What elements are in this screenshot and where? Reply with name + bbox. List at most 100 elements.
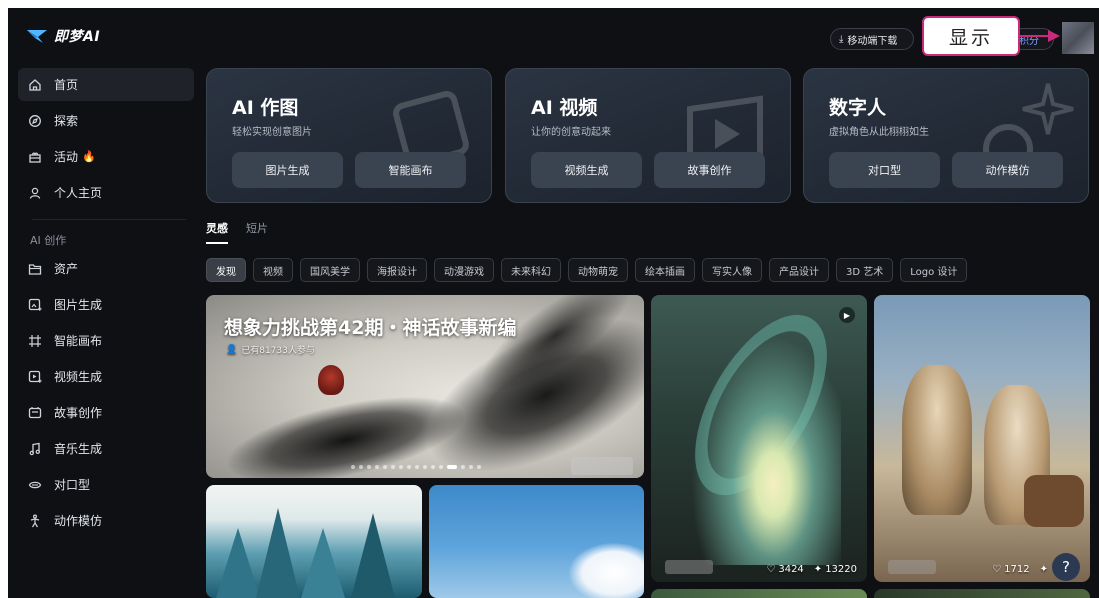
like-count[interactable]: ♡ 3424: [766, 564, 803, 575]
like-value: 3424: [778, 564, 804, 575]
carousel-dot[interactable]: [469, 465, 473, 469]
chip-logo[interactable]: Logo 设计: [900, 258, 968, 282]
heart-icon: ♡: [766, 564, 776, 575]
points-label: 积分: [1019, 35, 1039, 47]
motion-icon: [28, 514, 42, 528]
sidebar-item-assets[interactable]: 资产: [18, 252, 194, 285]
lipsync-button[interactable]: 对口型: [829, 152, 940, 188]
gallery-tile-sky[interactable]: [429, 485, 644, 598]
video-gen-icon: [28, 370, 42, 384]
use-value: 13220: [825, 564, 857, 575]
home-icon: [28, 78, 42, 92]
feature-card-ai-image[interactable]: AI 作图 轻松实现创意图片 图片生成 智能画布: [206, 68, 492, 203]
carousel-dot[interactable]: [351, 465, 355, 469]
chip-discover[interactable]: 发现: [206, 258, 246, 282]
sidebar-item-label: 音乐生成: [54, 442, 103, 456]
chip-pets[interactable]: 动物萌宠: [568, 258, 628, 282]
feature-card-ai-video[interactable]: AI 视频 让你的创意动起来 视频生成 故事创作: [505, 68, 791, 203]
sidebar-item-story[interactable]: 故事创作: [18, 396, 194, 429]
sidebar-nav: 首页 探索 活动 🔥 个人主页 AI 创作 资产 图片生成 智能画布 视频生成 …: [18, 68, 194, 540]
banner-figure: [318, 365, 344, 395]
carousel-dot[interactable]: [375, 465, 379, 469]
carousel-dot[interactable]: [391, 465, 395, 469]
chip-product[interactable]: 产品设计: [769, 258, 829, 282]
motion-imitate-button[interactable]: 动作模仿: [952, 152, 1063, 188]
sidebar-item-image-gen[interactable]: 图片生成: [18, 288, 194, 321]
lipsync-icon: [28, 478, 42, 492]
sidebar-item-home[interactable]: 首页: [18, 68, 194, 101]
help-button[interactable]: ?: [1052, 553, 1080, 581]
video-gen-button[interactable]: 视频生成: [531, 152, 642, 188]
gallery-tile[interactable]: [874, 589, 1090, 598]
story-create-button[interactable]: 故事创作: [654, 152, 765, 188]
tab-inspiration[interactable]: 灵感: [206, 220, 228, 244]
sidebar-item-activity[interactable]: 活动 🔥: [18, 140, 194, 173]
tab-shorts[interactable]: 短片: [246, 220, 268, 244]
carousel-dot-active[interactable]: [447, 465, 457, 469]
like-count[interactable]: ♡ 1712: [992, 564, 1029, 575]
gallery-tile-mountains[interactable]: [206, 485, 422, 598]
challenge-banner[interactable]: 想象力挑战第42期・神话故事新编 👤 已有81733人参与: [206, 295, 644, 478]
gallery-tile-cats[interactable]: ♡ 1712 ✦: [874, 295, 1090, 582]
carousel-dot[interactable]: [415, 465, 419, 469]
sidebar-item-label: 视频生成: [54, 370, 103, 384]
chip-poster[interactable]: 海报设计: [367, 258, 427, 282]
banner-title: 想象力挑战第42期・神话故事新编: [224, 317, 517, 339]
gallery-tile[interactable]: [651, 589, 867, 598]
carousel-dot[interactable]: [477, 465, 481, 469]
carousel-dot[interactable]: [383, 465, 387, 469]
sidebar-item-profile[interactable]: 个人主页: [18, 176, 194, 209]
sidebar-item-canvas[interactable]: 智能画布: [18, 324, 194, 357]
feature-card-digital-human[interactable]: 数字人 虚拟角色从此栩栩如生 对口型 动作模仿: [803, 68, 1089, 203]
chip-guofeng[interactable]: 国风美学: [300, 258, 360, 282]
sidebar-item-lipsync[interactable]: 对口型: [18, 468, 194, 501]
annotation-arrow-line: [1020, 35, 1050, 37]
chip-picturebook[interactable]: 绘本插画: [635, 258, 695, 282]
mobile-download-button[interactable]: ⤓ 移动端下载: [830, 28, 914, 50]
carousel-dot[interactable]: [423, 465, 427, 469]
use-count[interactable]: ✦ 13220: [814, 564, 857, 575]
sparkle-icon: ✦: [1039, 564, 1048, 575]
carousel-dot[interactable]: [439, 465, 443, 469]
sidebar-item-video-gen[interactable]: 视频生成: [18, 360, 194, 393]
card-title: 数字人: [829, 97, 887, 119]
carousel-dot[interactable]: [407, 465, 411, 469]
app-window: 即梦AI 首页 探索 活动 🔥 个人主页 AI 创作 资产 图片生成 智能画布 …: [8, 8, 1099, 598]
sidebar-item-explore[interactable]: 探索: [18, 104, 194, 137]
logo[interactable]: 即梦AI: [26, 26, 100, 46]
chip-anime-game[interactable]: 动漫游戏: [434, 258, 494, 282]
carousel-dot[interactable]: [461, 465, 465, 469]
image-gen-button[interactable]: 图片生成: [232, 152, 343, 188]
person-icon: 👤: [226, 344, 238, 355]
chip-portrait[interactable]: 写实人像: [702, 258, 762, 282]
card-title: AI 视频: [531, 97, 598, 119]
tile-art: [1024, 475, 1084, 527]
card-subtitle: 虚拟角色从此栩栩如生: [829, 127, 929, 138]
image-gen-icon: [28, 298, 42, 312]
chip-3d-art[interactable]: 3D 艺术: [836, 258, 894, 282]
sidebar-item-label: 资产: [54, 262, 79, 276]
mobile-download-label: 移动端下载: [847, 35, 898, 47]
carousel-dot[interactable]: [399, 465, 403, 469]
gallery-tile-ribbon[interactable]: ▶ ♡ 3424 ✦ 13220: [651, 295, 867, 582]
sidebar-item-motion[interactable]: 动作模仿: [18, 504, 194, 537]
user-icon: [28, 186, 42, 200]
sidebar: 即梦AI 首页 探索 活动 🔥 个人主页 AI 创作 资产 图片生成 智能画布 …: [8, 8, 198, 598]
sidebar-divider: [32, 219, 186, 220]
sparkle-icon: ✦: [813, 564, 823, 575]
chip-scifi[interactable]: 未来科幻: [501, 258, 561, 282]
carousel-dot[interactable]: [367, 465, 371, 469]
carousel-dots: [351, 465, 481, 469]
carousel-dot[interactable]: [359, 465, 363, 469]
carousel-dot[interactable]: [431, 465, 435, 469]
card-subtitle: 轻松实现创意图片: [232, 127, 312, 138]
tile-art: [301, 528, 345, 598]
sidebar-item-label: 首页: [54, 78, 79, 92]
chip-video[interactable]: 视频: [253, 258, 293, 282]
sidebar-item-music[interactable]: 音乐生成: [18, 432, 194, 465]
heart-icon: ♡: [992, 564, 1002, 575]
avatar[interactable]: [1062, 22, 1094, 54]
smart-canvas-button[interactable]: 智能画布: [355, 152, 466, 188]
sidebar-section-title: AI 创作: [30, 234, 67, 247]
card-subtitle: 让你的创意动起来: [531, 127, 611, 138]
